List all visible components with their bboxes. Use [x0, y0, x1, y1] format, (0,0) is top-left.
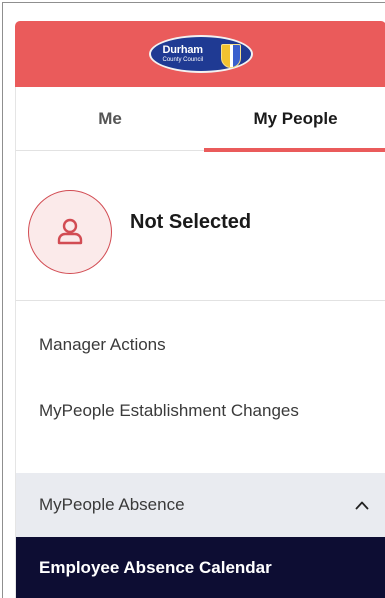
navigation-panel: Durham County Council Me My People Not S…	[2, 2, 385, 598]
menu-item-establishment-changes[interactable]: MyPeople Establishment Changes	[16, 396, 316, 426]
crest-icon	[220, 44, 241, 68]
chevron-up-icon[interactable]	[355, 500, 369, 510]
selected-person-name: Not Selected	[130, 211, 252, 233]
menu-group-mypeople-absence[interactable]: MyPeople Absence	[16, 473, 385, 537]
logo-title: Durham	[162, 44, 204, 56]
logo-subtitle: County Council	[162, 57, 204, 63]
menu-item-manager-actions[interactable]: Manager Actions	[16, 330, 385, 360]
submenu-item-employee-absence-calendar[interactable]: Employee Absence Calendar	[16, 537, 385, 598]
tab-me[interactable]: Me	[16, 87, 204, 151]
menu-group-label: MyPeople Absence	[39, 495, 185, 514]
tab-bar: Me My People	[15, 87, 385, 152]
tab-my-people[interactable]: My People	[204, 87, 385, 152]
app-header: Durham County Council	[15, 21, 385, 87]
avatar[interactable]	[28, 190, 112, 274]
side-menu: Manager Actions MyPeople Establishment C…	[15, 301, 385, 598]
user-icon	[57, 218, 83, 245]
durham-county-council-logo[interactable]: Durham County Council	[148, 35, 253, 73]
profile-card: Not Selected	[15, 151, 385, 301]
